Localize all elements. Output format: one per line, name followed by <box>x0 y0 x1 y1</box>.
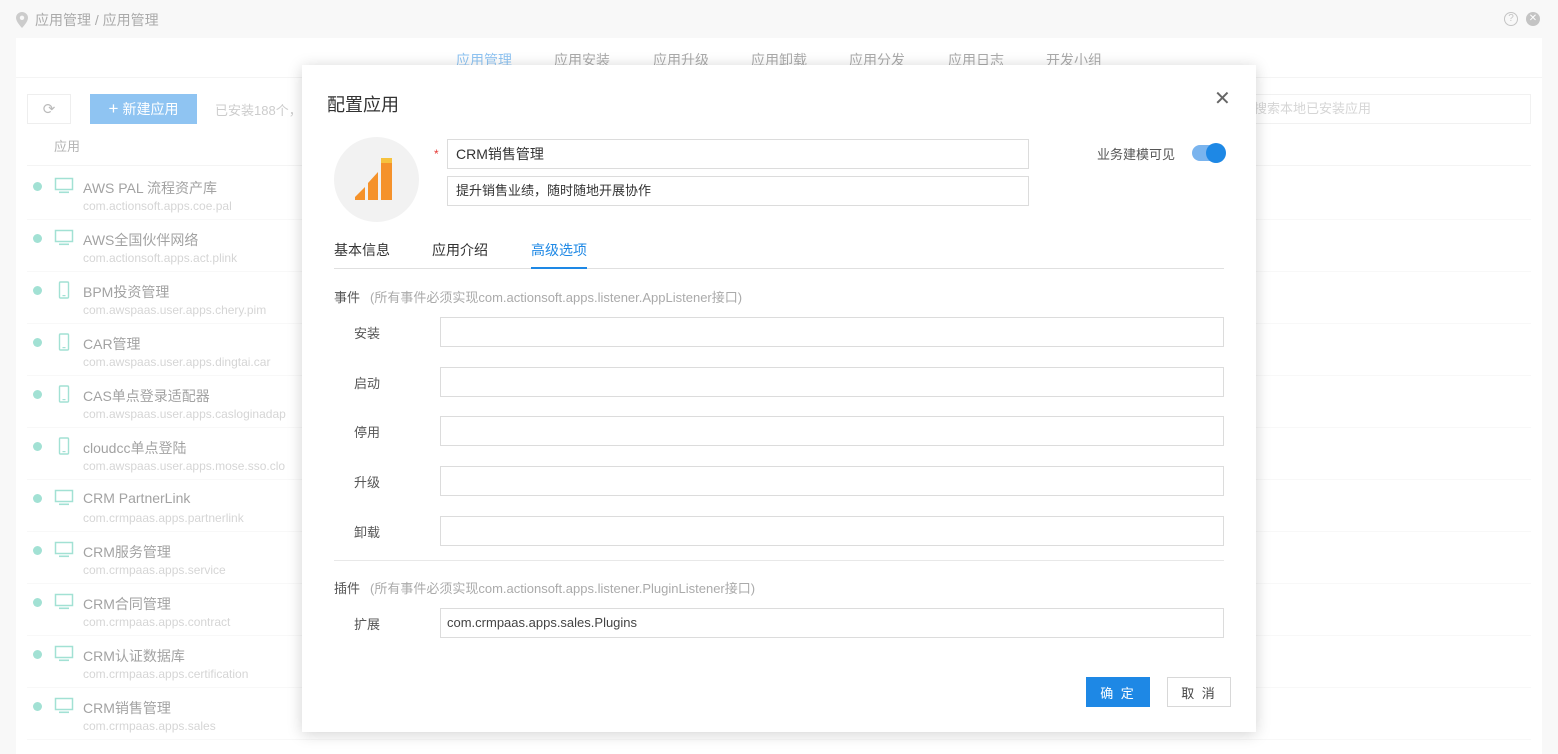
config-app-dialog: 配置应用 ✕ * CRM销售管理 提升销售业绩，随时随地开展协作 业务建模可见 … <box>302 65 1256 732</box>
plugins-title: 插件 <box>334 581 361 596</box>
tab-advanced[interactable]: 高级选项 <box>531 240 587 269</box>
visible-label: 业务建模可见 <box>1097 147 1176 162</box>
plugins-hint: (所有事件必须实现com.actionsoft.apps.listener.Pl… <box>370 581 756 596</box>
extension-label: 扩展 <box>354 617 381 632</box>
stop-label: 停用 <box>354 425 381 440</box>
confirm-button[interactable]: 确 定 <box>1086 677 1150 707</box>
section-divider <box>334 560 1224 561</box>
start-input[interactable] <box>440 367 1224 397</box>
tab-basic-info[interactable]: 基本信息 <box>334 240 390 267</box>
bar-chart-icon <box>355 158 392 200</box>
stop-input[interactable] <box>440 416 1224 446</box>
extension-input[interactable]: com.crmpaas.apps.sales.Plugins <box>440 608 1224 638</box>
upgrade-input[interactable] <box>440 466 1224 496</box>
cancel-button[interactable]: 取 消 <box>1167 677 1231 707</box>
events-hint: (所有事件必须实现com.actionsoft.apps.listener.Ap… <box>370 290 743 305</box>
close-icon[interactable]: ✕ <box>1214 89 1231 109</box>
events-section-title: 事件 (所有事件必须实现com.actionsoft.apps.listener.… <box>334 287 742 306</box>
visible-toggle[interactable] <box>1192 143 1226 163</box>
start-label: 启动 <box>354 376 381 391</box>
install-label: 安装 <box>354 326 381 341</box>
required-mark: * <box>434 147 439 161</box>
install-input[interactable] <box>440 317 1224 347</box>
app-desc-input[interactable]: 提升销售业绩，随时随地开展协作 <box>447 176 1029 206</box>
plugins-section-title: 插件 (所有事件必须实现com.actionsoft.apps.listener.… <box>334 578 755 597</box>
app-name-input[interactable]: CRM销售管理 <box>447 139 1029 169</box>
dialog-tabs: 基本信息 应用介绍 高级选项 <box>334 237 1224 269</box>
events-title: 事件 <box>334 290 361 305</box>
uninstall-label: 卸载 <box>354 525 381 540</box>
app-icon[interactable] <box>334 137 419 222</box>
toggle-knob <box>1206 143 1226 163</box>
dialog-title: 配置应用 <box>327 95 399 115</box>
uninstall-input[interactable] <box>440 516 1224 546</box>
tab-app-intro[interactable]: 应用介绍 <box>432 240 488 267</box>
upgrade-label: 升级 <box>354 475 381 490</box>
